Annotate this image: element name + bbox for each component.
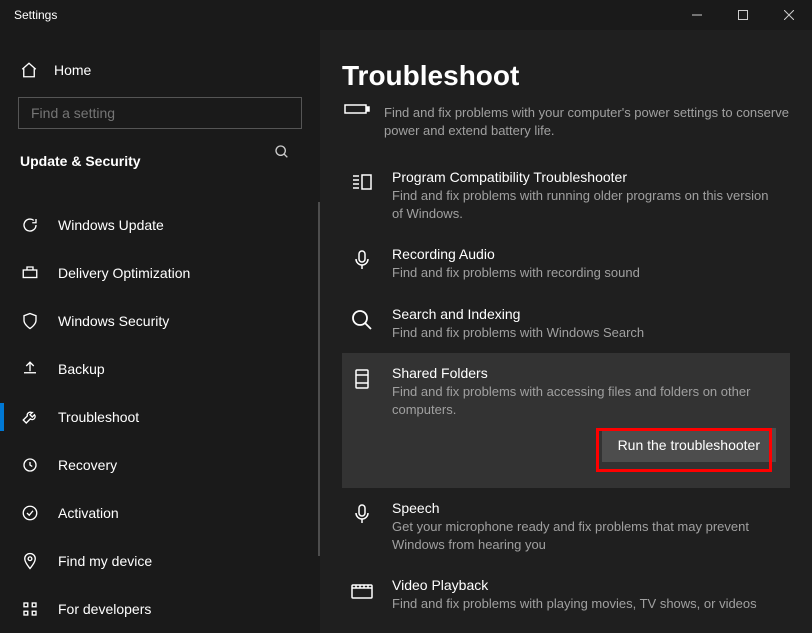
troubleshooter-item-shared-folders[interactable]: Shared Folders Find and fix problems wit…: [342, 353, 790, 488]
mic-icon: [350, 246, 378, 282]
troubleshooter-title: Recording Audio: [392, 246, 782, 262]
troubleshooter-desc: Find and fix problems with running older…: [392, 187, 782, 222]
search-container: [0, 97, 320, 129]
sidebar-item-label: Find my device: [58, 553, 152, 569]
search-input[interactable]: [18, 97, 302, 129]
maximize-button[interactable]: [720, 0, 766, 30]
sidebar-item-label: For developers: [58, 601, 151, 617]
developer-icon: [20, 599, 40, 619]
troubleshooter-desc: Get your microphone ready and fix proble…: [392, 518, 782, 553]
troubleshooter-title: Shared Folders: [392, 365, 782, 381]
troubleshooter-desc: Find and fix problems with recording sou…: [392, 264, 782, 282]
window-controls: [674, 0, 812, 30]
troubleshooter-list: Find and fix problems with your computer…: [342, 104, 790, 633]
troubleshooter-desc: Find and fix problems with playing movie…: [392, 595, 782, 613]
sidebar-home[interactable]: Home: [0, 56, 320, 83]
sidebar-item-label: Windows Security: [58, 313, 169, 329]
sidebar-item-find-my-device[interactable]: Find my device: [0, 537, 320, 585]
home-icon: [20, 61, 38, 79]
troubleshooter-title: Video Playback: [392, 577, 782, 593]
sidebar-item-backup[interactable]: Backup: [0, 345, 320, 393]
battery-icon: [344, 104, 370, 114]
troubleshooter-desc: Find and fix problems with accessing fil…: [392, 383, 782, 418]
troubleshooter-item-windows-store-apps[interactable]: Windows Store Apps: [342, 625, 790, 633]
computer-icon: [350, 365, 378, 476]
sidebar-item-recovery[interactable]: Recovery: [0, 441, 320, 489]
sidebar-item-label: Activation: [58, 505, 119, 521]
troubleshooter-item-speech[interactable]: Speech Get your microphone ready and fix…: [342, 488, 790, 565]
activation-icon: [20, 503, 40, 523]
page-title: Troubleshoot: [342, 60, 790, 92]
video-icon: [350, 577, 378, 613]
troubleshooter-title: Program Compatibility Troubleshooter: [392, 169, 782, 185]
sidebar: Home Update & Security Windows Update De…: [0, 30, 320, 633]
troubleshooter-item-power[interactable]: Find and fix problems with your computer…: [342, 104, 790, 157]
sidebar-item-windows-security[interactable]: Windows Security: [0, 297, 320, 345]
sidebar-item-label: Backup: [58, 361, 105, 377]
troubleshooter-item-search-indexing[interactable]: Search and Indexing Find and fix problem…: [342, 294, 790, 354]
minimize-button[interactable]: [674, 0, 720, 30]
wrench-icon: [20, 407, 40, 427]
location-icon: [20, 551, 40, 571]
sidebar-home-label: Home: [54, 62, 91, 78]
close-button[interactable]: [766, 0, 812, 30]
shield-icon: [20, 311, 40, 331]
window-title: Settings: [14, 8, 57, 22]
sidebar-nav: Windows Update Delivery Optimization Win…: [0, 201, 320, 633]
mic-icon: [350, 500, 378, 553]
troubleshooter-item-recording-audio[interactable]: Recording Audio Find and fix problems wi…: [342, 234, 790, 294]
troubleshooter-title: Speech: [392, 500, 782, 516]
troubleshooter-item-video-playback[interactable]: Video Playback Find and fix problems wit…: [342, 565, 790, 625]
sidebar-item-activation[interactable]: Activation: [0, 489, 320, 537]
run-troubleshooter-button[interactable]: Run the troubleshooter: [602, 428, 776, 462]
troubleshooter-desc: Find and fix problems with your computer…: [384, 104, 790, 139]
troubleshooter-desc: Find and fix problems with Windows Searc…: [392, 324, 782, 342]
titlebar: Settings: [0, 0, 812, 30]
backup-icon: [20, 359, 40, 379]
content-pane: Troubleshoot Find and fix problems with …: [320, 30, 812, 633]
sidebar-item-label: Troubleshoot: [58, 409, 139, 425]
troubleshooter-item-program-compat[interactable]: Program Compatibility Troubleshooter Fin…: [342, 157, 790, 234]
sidebar-item-for-developers[interactable]: For developers: [0, 585, 320, 633]
refresh-icon: [20, 215, 40, 235]
troubleshooter-title: Search and Indexing: [392, 306, 782, 322]
sidebar-item-troubleshoot[interactable]: Troubleshoot: [0, 393, 320, 441]
delivery-icon: [20, 263, 40, 283]
sidebar-item-label: Windows Update: [58, 217, 164, 233]
sidebar-item-windows-update[interactable]: Windows Update: [0, 201, 320, 249]
sidebar-item-delivery-optimization[interactable]: Delivery Optimization: [0, 249, 320, 297]
program-icon: [350, 169, 378, 222]
sidebar-item-label: Recovery: [58, 457, 117, 473]
sidebar-section-heading: Update & Security: [0, 153, 320, 169]
sidebar-item-label: Delivery Optimization: [58, 265, 190, 281]
magnifier-icon: [350, 306, 378, 342]
recovery-icon: [20, 455, 40, 475]
